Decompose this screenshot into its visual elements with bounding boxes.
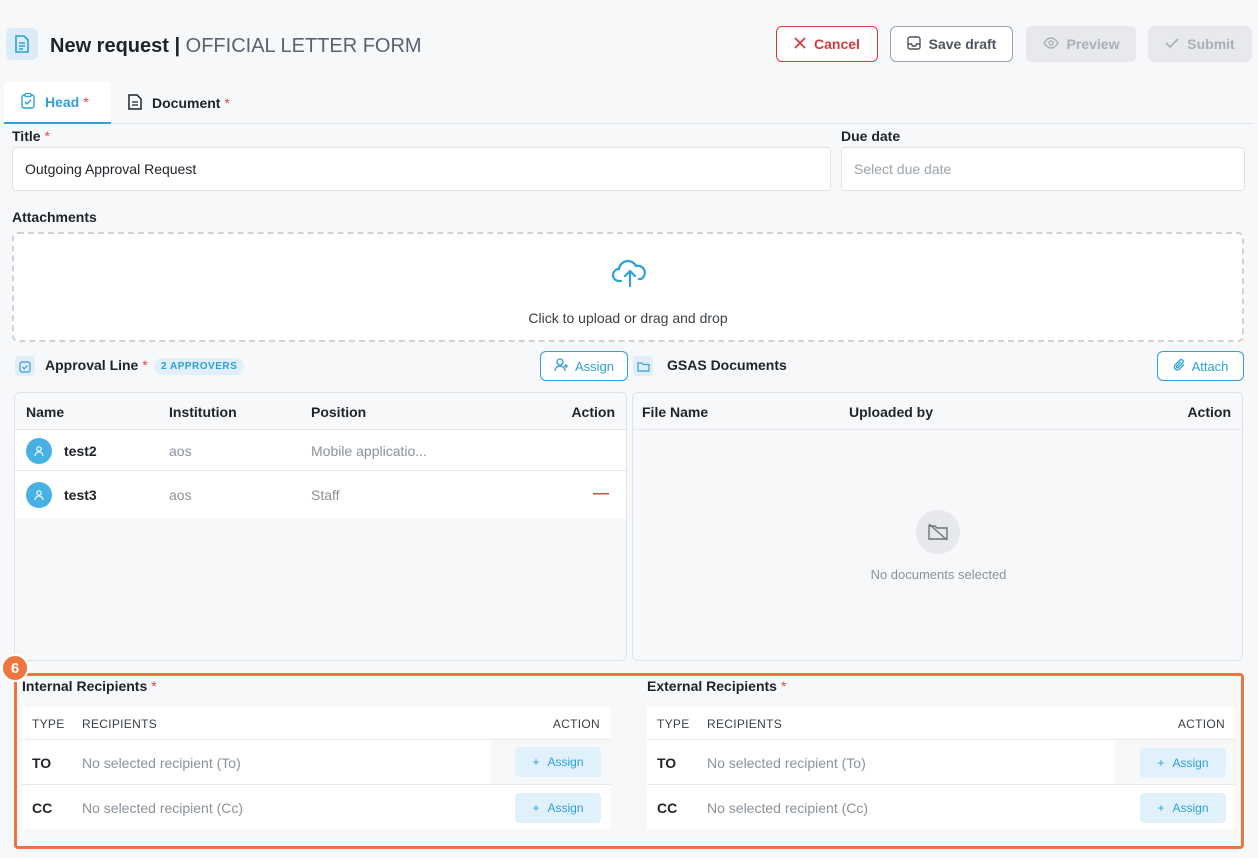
cancel-label: Cancel — [814, 36, 860, 52]
tab-head-label: Head — [45, 94, 80, 110]
tab-document-label: Document — [152, 95, 221, 111]
due-date-label: Due date — [841, 128, 901, 144]
user-avatar-icon — [26, 438, 52, 464]
table-row: TO No selected recipient (To) + Assign — [22, 739, 611, 784]
internal-recipients-title: Internal Recipients * — [22, 678, 157, 694]
remove-approver-button[interactable]: — — [593, 485, 609, 503]
check-icon — [1165, 36, 1179, 52]
plus-icon: + — [1157, 756, 1165, 770]
cancel-button[interactable]: Cancel — [776, 26, 878, 62]
divider — [633, 429, 1242, 430]
column-header: Action — [1187, 404, 1231, 420]
add-user-icon — [554, 357, 569, 375]
attach-label: Attach — [1191, 358, 1229, 374]
approver-name: test3 — [64, 487, 97, 503]
submit-button[interactable]: Submit — [1148, 26, 1252, 62]
plus-icon: + — [1157, 801, 1165, 815]
column-header: ACTION — [1177, 717, 1225, 731]
upload-text: Click to upload or drag and drop — [528, 310, 728, 326]
no-documents-icon — [916, 510, 960, 554]
recipient-type: TO — [32, 755, 52, 771]
tab-head[interactable]: Head * — [4, 82, 111, 124]
approval-table: Name Institution Position Action test2 a… — [14, 392, 627, 661]
approver-name: test2 — [64, 443, 97, 459]
assign-external-to-button[interactable]: + Assign — [1140, 748, 1226, 778]
recipient-value: No selected recipient (To) — [82, 755, 241, 771]
due-date-input[interactable]: Select due date — [841, 147, 1245, 191]
table-row: CC No selected recipient (Cc) + Assign — [647, 784, 1235, 829]
recipient-type: CC — [32, 800, 53, 816]
gsas-table: File Name Uploaded by Action No document… — [632, 392, 1243, 661]
assign-internal-to-button[interactable]: + Assign — [515, 747, 601, 777]
required-mark: * — [83, 94, 89, 110]
column-header: Uploaded by — [849, 404, 934, 420]
attach-button[interactable]: Attach — [1157, 351, 1244, 381]
file-icon — [128, 93, 142, 113]
approvers-badge: 2 APPROVERS — [154, 358, 245, 375]
column-header: Position — [311, 404, 367, 420]
assign-label: Assign — [574, 358, 615, 374]
internal-recipients-table: TYPE RECIPIENTS ACTION TO No selected re… — [22, 707, 611, 829]
column-header: TYPE — [32, 717, 65, 731]
clipboard-icon — [21, 92, 35, 112]
table-row: test2 aos Mobile applicatio... — [15, 429, 626, 470]
table-row: test3 aos Staff — — [15, 470, 626, 518]
close-icon — [794, 36, 806, 52]
approver-institution: aos — [169, 487, 192, 503]
column-header: RECIPIENTS — [707, 717, 783, 731]
recipient-type: TO — [657, 755, 677, 771]
column-header: ACTION — [552, 717, 600, 731]
required-mark: * — [224, 95, 230, 111]
inbox-icon — [906, 35, 921, 53]
save-draft-button[interactable]: Save draft — [890, 26, 1013, 62]
attachments-label: Attachments — [12, 209, 97, 225]
clipboard-check-icon — [15, 356, 35, 376]
preview-button[interactable]: Preview — [1026, 26, 1136, 62]
column-header: RECIPIENTS — [82, 717, 158, 731]
recipient-value: No selected recipient (To) — [707, 755, 866, 771]
recipient-value: No selected recipient (Cc) — [82, 800, 244, 816]
upload-dropzone[interactable]: Click to upload or drag and drop — [12, 232, 1244, 342]
user-avatar-icon — [26, 482, 52, 508]
recipient-type: CC — [657, 800, 678, 816]
assign-external-cc-button[interactable]: + Assign — [1140, 793, 1226, 823]
cloud-upload-icon — [611, 256, 649, 291]
table-row: TO No selected recipient (To) + Assign — [647, 739, 1235, 784]
approver-institution: aos — [169, 443, 192, 459]
title-input[interactable]: Outgoing Approval Request — [12, 147, 831, 191]
tab-document[interactable]: Document * — [128, 82, 268, 124]
gsas-title: GSAS Documents — [667, 357, 787, 373]
title-label: Title * — [12, 128, 50, 144]
assign-approver-button[interactable]: Assign — [540, 351, 628, 381]
external-recipients-table: TYPE RECIPIENTS ACTION TO No selected re… — [647, 707, 1235, 829]
assign-internal-cc-button[interactable]: + Assign — [515, 793, 601, 823]
document-icon — [6, 28, 38, 60]
paperclip-icon — [1173, 358, 1186, 375]
column-header: File Name — [642, 404, 709, 420]
external-recipients-title: External Recipients * — [647, 678, 787, 694]
column-header: Institution — [169, 404, 237, 420]
plus-icon: + — [532, 755, 540, 769]
column-header: Name — [26, 404, 65, 420]
eye-icon — [1042, 36, 1059, 52]
column-header: Action — [571, 404, 615, 420]
preview-label: Preview — [1066, 36, 1120, 52]
column-header: TYPE — [657, 717, 690, 731]
approval-line-title: Approval Line * — [45, 357, 148, 373]
approver-position: Mobile applicatio... — [311, 443, 427, 459]
approver-position: Staff — [311, 487, 340, 503]
save-draft-label: Save draft — [928, 36, 997, 52]
page-title: New request | OFFICIAL LETTER FORM — [50, 35, 422, 57]
table-row: CC No selected recipient (Cc) + Assign — [22, 784, 611, 829]
plus-icon: + — [532, 801, 540, 815]
recipient-value: No selected recipient (Cc) — [707, 800, 869, 816]
submit-label: Submit — [1187, 36, 1235, 52]
empty-state-text: No documents selected — [870, 567, 1007, 582]
folder-icon — [633, 356, 653, 376]
